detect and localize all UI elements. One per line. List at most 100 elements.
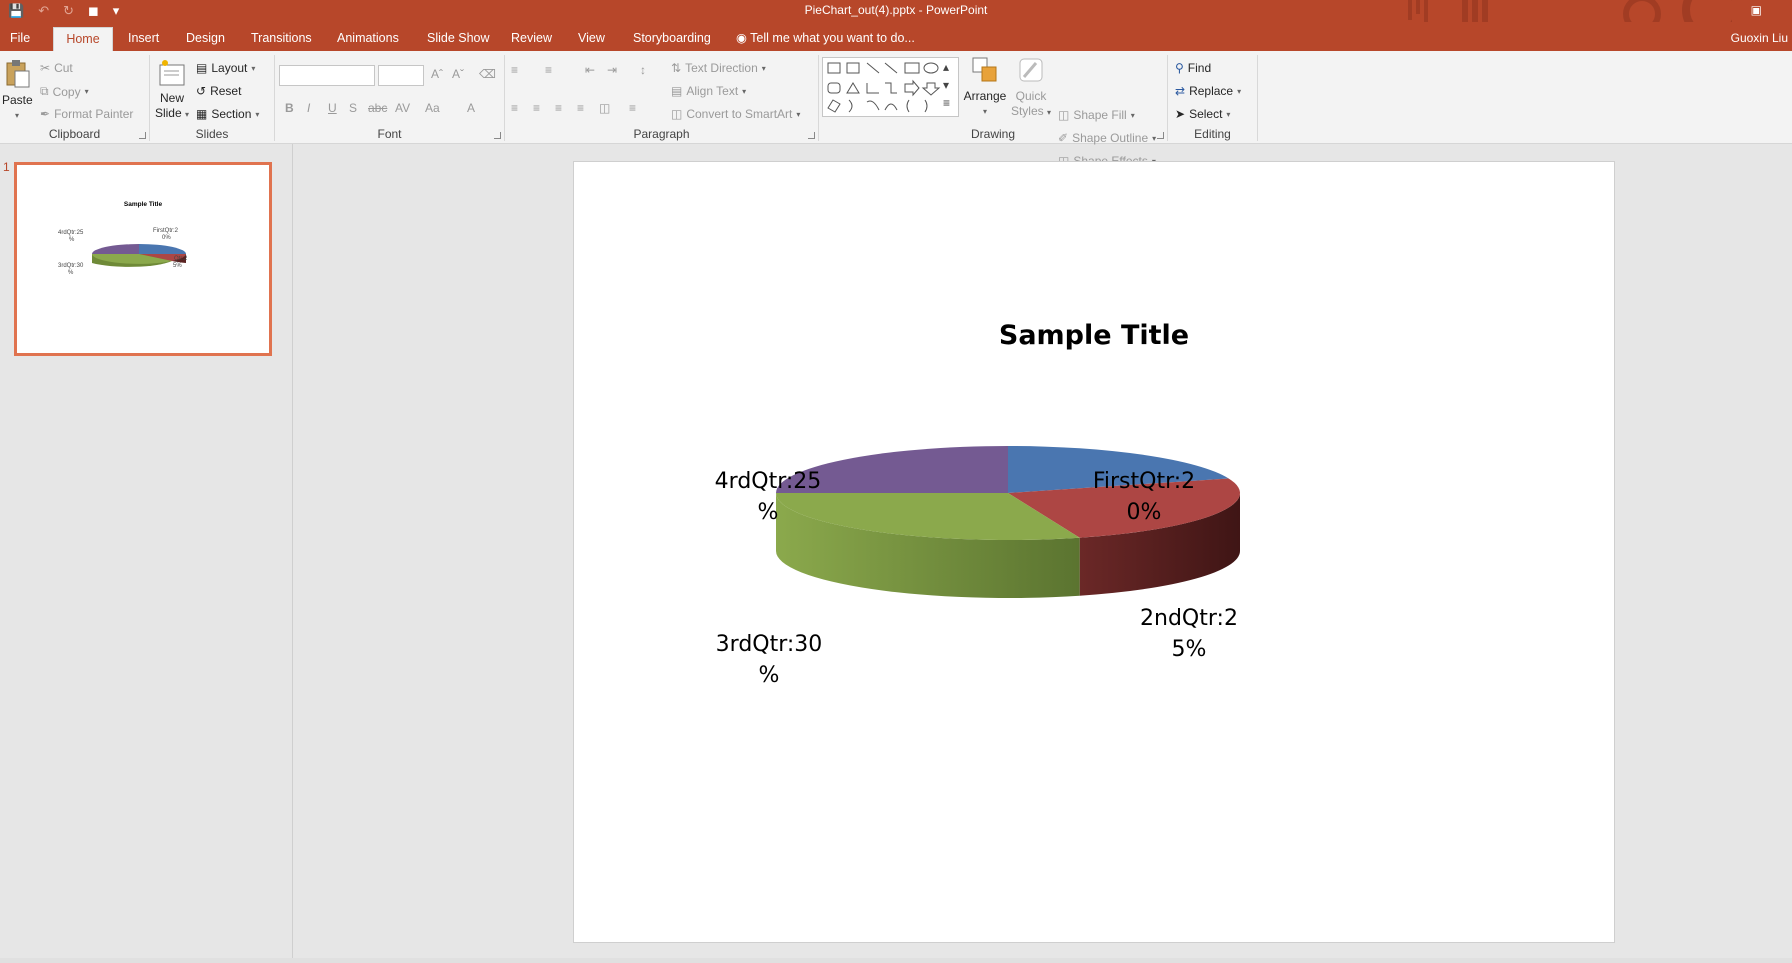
group-slides: New Slide ▾ ▤ Layout ▾ ↺ Reset ▦ Section ▾ Sl… bbox=[150, 55, 275, 141]
tab-home[interactable]: Home bbox=[53, 27, 113, 51]
drawing-launcher-icon[interactable] bbox=[1157, 132, 1164, 139]
cursor-icon: ➤ bbox=[1175, 107, 1186, 121]
find-label: Find bbox=[1187, 61, 1212, 75]
tab-review[interactable]: Review bbox=[501, 27, 562, 51]
text-direction-label: Text Direction bbox=[685, 61, 758, 75]
shapes-gallery[interactable]: ▴ ▾ ≡ bbox=[822, 57, 959, 117]
decrease-font-size-icon[interactable]: Aˇ bbox=[452, 67, 464, 81]
slide-canvas[interactable]: Sample Title FirstQtr:2 0% 2ndQtr:2 5% 3rd… bbox=[573, 161, 1615, 943]
underline-icon[interactable]: U bbox=[328, 101, 337, 115]
replace-icon: ⇄ bbox=[1175, 84, 1186, 98]
label-first-qtr: FirstQtr:2 0% bbox=[1092, 469, 1196, 525]
copy-button[interactable]: ⧉ Copy ▾ bbox=[40, 84, 89, 99]
bold-icon[interactable]: B bbox=[285, 101, 294, 115]
cut-button[interactable]: ✂ Cut bbox=[40, 61, 73, 75]
convert-smartart-button[interactable]: ◫ Convert to SmartArt ▾ bbox=[671, 107, 800, 121]
decrease-indent-icon[interactable]: ⇤ bbox=[585, 63, 595, 77]
align-text-label: Align Text bbox=[686, 84, 739, 98]
lightbulb-icon: ◉ bbox=[736, 31, 747, 45]
align-text-button[interactable]: ▤ Align Text ▾ bbox=[671, 84, 746, 98]
reset-label: Reset bbox=[210, 84, 242, 98]
editing-group-label: Editing bbox=[1194, 127, 1231, 141]
select-button[interactable]: ➤ Select ▾ bbox=[1175, 107, 1230, 121]
pie-chart[interactable] bbox=[574, 162, 1616, 944]
paste-label: Paste bbox=[2, 93, 33, 107]
new-slide-button[interactable]: New Slide ▾ bbox=[154, 59, 190, 122]
paragraph-launcher-icon[interactable] bbox=[808, 132, 815, 139]
italic-icon[interactable]: I bbox=[307, 101, 310, 115]
strikethrough-icon[interactable]: abc bbox=[368, 101, 387, 115]
numbering-icon[interactable]: ≡ bbox=[545, 63, 552, 77]
section-label: Section bbox=[211, 107, 252, 121]
font-launcher-icon[interactable] bbox=[494, 132, 501, 139]
font-color-icon[interactable]: A bbox=[467, 101, 475, 115]
thumb-label-fourth-line1: 4rdQtr:25 bbox=[58, 230, 84, 236]
quick-styles-button[interactable]: Quick Styles ▾ bbox=[1009, 55, 1053, 120]
layout-icon: ▤ bbox=[196, 61, 208, 75]
quick-styles-label-line1: Quick bbox=[1015, 89, 1047, 103]
format-painter-button[interactable]: ✒ Format Painter bbox=[40, 107, 133, 121]
align-center-icon[interactable]: ≡ bbox=[533, 101, 540, 115]
arrange-label: Arrange bbox=[963, 89, 1007, 103]
shape-fill-label: Shape Fill bbox=[1073, 108, 1127, 122]
replace-button[interactable]: ⇄ Replace ▾ bbox=[1175, 84, 1241, 98]
text-direction-icon: ⇅ bbox=[671, 61, 682, 75]
cut-label: Cut bbox=[54, 61, 73, 75]
layout-label: Layout bbox=[211, 61, 248, 75]
font-size-field[interactable] bbox=[378, 65, 424, 86]
shadow-icon[interactable]: S bbox=[349, 101, 357, 115]
increase-indent-icon[interactable]: ⇥ bbox=[607, 63, 617, 77]
paste-dropdown-icon[interactable]: ▾ bbox=[2, 108, 32, 123]
clipboard-launcher-icon[interactable] bbox=[139, 132, 146, 139]
thumb-label-second-line2: 5% bbox=[173, 263, 182, 269]
increase-font-size-icon[interactable]: Aˆ bbox=[431, 67, 443, 81]
font-name-field[interactable] bbox=[279, 65, 375, 86]
tab-file[interactable]: File bbox=[0, 27, 40, 51]
tab-animations[interactable]: Animations bbox=[327, 27, 409, 51]
ribbon-display-options-icon[interactable]: ▣ bbox=[1751, 3, 1762, 17]
align-left-icon[interactable]: ≡ bbox=[511, 101, 518, 115]
find-button[interactable]: ⚲ Find bbox=[1175, 61, 1211, 75]
shapes-scroll-up-icon[interactable]: ▴ bbox=[943, 60, 949, 74]
tab-design[interactable]: Design bbox=[176, 27, 235, 51]
text-direction-button[interactable]: ⇅ Text Direction ▾ bbox=[671, 61, 766, 75]
bullets-icon[interactable]: ≡ bbox=[511, 63, 518, 77]
clear-formatting-icon[interactable]: ⌫ bbox=[479, 67, 496, 81]
clipboard-group-label: Clipboard bbox=[48, 127, 101, 141]
shapes-scroll-down-icon[interactable]: ▾ bbox=[943, 78, 949, 92]
font-group-label: Font bbox=[377, 127, 402, 141]
layout-button[interactable]: ▤ Layout ▾ bbox=[196, 61, 255, 75]
tab-view[interactable]: View bbox=[568, 27, 615, 51]
section-button[interactable]: ▦ Section ▾ bbox=[196, 107, 259, 121]
tell-me-box[interactable]: ◉ Tell me what you want to do... bbox=[736, 27, 915, 49]
new-slide-label-line2: Slide ▾ bbox=[154, 106, 190, 120]
label-second-qtr: 2ndQtr:2 5% bbox=[1140, 606, 1238, 662]
character-spacing-icon[interactable]: AV bbox=[395, 101, 410, 115]
arrange-button[interactable]: Arrange ▾ bbox=[962, 55, 1008, 119]
smartart-icon: ◫ bbox=[671, 107, 683, 121]
align-right-icon[interactable]: ≡ bbox=[555, 101, 562, 115]
align-paragraph-icon[interactable]: ≡ bbox=[629, 101, 636, 115]
slide-thumbnail[interactable]: Sample Title FirstQtr:2 0% Qtr:2 5% 3rdQ… bbox=[14, 162, 272, 356]
thumb-label-first-line1: FirstQtr:2 bbox=[153, 228, 178, 234]
shape-fill-button[interactable]: ◫ Shape Fill ▾ bbox=[1058, 108, 1135, 122]
shape-outline-label: Shape Outline bbox=[1072, 131, 1149, 145]
line-spacing-icon[interactable]: ↕ bbox=[640, 63, 646, 77]
columns-icon[interactable]: ◫ bbox=[599, 101, 610, 115]
change-case-icon[interactable]: Aa bbox=[425, 101, 440, 115]
quick-styles-icon bbox=[1019, 58, 1043, 82]
thumb-label-third-line2: % bbox=[68, 270, 74, 276]
reset-button[interactable]: ↺ Reset bbox=[196, 84, 241, 98]
tab-transitions[interactable]: Transitions bbox=[241, 27, 322, 51]
format-painter-label: Format Painter bbox=[54, 107, 134, 121]
ribbon-home: Paste ▾ ✂ Cut ⧉ Copy ▾ ✒ Format Painter Clip… bbox=[0, 51, 1792, 168]
shapes-more-icon[interactable]: ≡ bbox=[943, 96, 950, 110]
group-paragraph: ≡ ≡ ⇤ ⇥ ↕ ⇅ Text Direction ▾ ▤ Align Text ▾ … bbox=[505, 55, 819, 141]
tab-slide-show[interactable]: Slide Show bbox=[417, 27, 500, 51]
justify-icon[interactable]: ≡ bbox=[577, 101, 584, 115]
shape-outline-button[interactable]: ✐ Shape Outline ▾ bbox=[1058, 131, 1156, 145]
paste-button[interactable]: Paste ▾ bbox=[2, 59, 33, 123]
user-name[interactable]: Guoxin Liu bbox=[1731, 27, 1788, 49]
tab-storyboarding[interactable]: Storyboarding bbox=[623, 27, 721, 51]
tab-insert[interactable]: Insert bbox=[118, 27, 169, 51]
